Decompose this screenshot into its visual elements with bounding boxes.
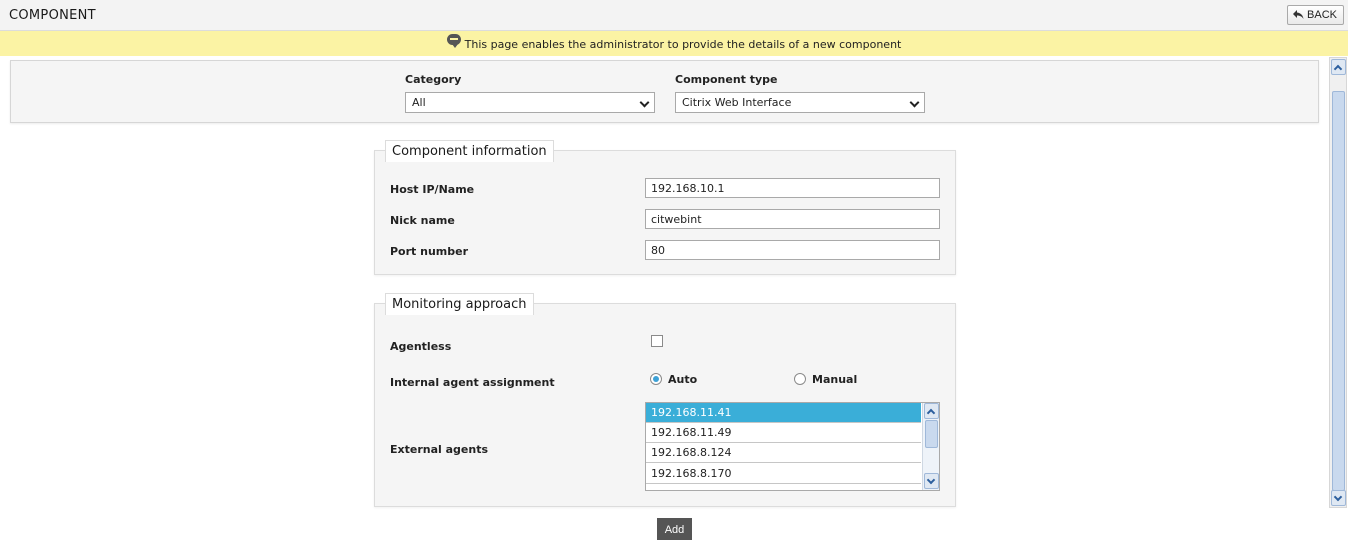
chevron-up-icon [1333,64,1343,74]
category-value: All [412,96,426,109]
scrollbar-thumb[interactable] [1332,91,1345,491]
info-banner: This page enables the administrator to p… [0,31,1348,56]
port-label: Port number [390,245,469,258]
component-type-select[interactable]: Citrix Web Interface [675,92,925,113]
agentless-checkbox[interactable] [651,335,663,347]
chevron-down-icon [639,97,650,108]
auto-label: Auto [668,373,698,386]
list-scroll-down-button[interactable] [924,473,939,489]
back-label: BACK [1307,9,1337,21]
component-information-section: Component information Host IP/Name Nick … [374,140,956,275]
filter-panel: Category All Component type Citrix Web I… [10,60,1319,123]
speech-bubble-icon [446,33,461,48]
auto-radio[interactable] [650,373,662,385]
scroll-down-button[interactable] [1331,490,1346,506]
page-header: COMPONENT BACK [0,0,1348,31]
port-input[interactable] [645,240,940,260]
chevron-down-icon [926,475,936,485]
component-type-value: Citrix Web Interface [682,96,792,109]
chevron-down-icon [1333,492,1343,502]
list-item[interactable]: 192.168.11.49 [646,423,921,443]
scroll-up-button[interactable] [1331,59,1346,75]
page-scrollbar[interactable] [1329,57,1347,508]
agentless-label: Agentless [390,340,452,353]
external-agents-label: External agents [390,443,489,456]
nick-name-label: Nick name [390,214,455,227]
manual-label: Manual [812,373,858,386]
list-item[interactable]: 192.168.11.41 [646,403,921,423]
info-message: This page enables the administrator to p… [464,38,902,51]
chevron-down-icon [909,97,920,108]
chevron-up-icon [926,408,936,418]
manual-radio[interactable] [794,373,806,385]
internal-agent-label: Internal agent assignment [390,376,555,389]
host-input[interactable] [645,178,940,198]
external-agents-listbox[interactable]: 192.168.11.41 192.168.11.49 192.168.8.12… [645,402,940,491]
back-arrow-icon [1293,10,1304,19]
component-type-label: Component type [675,73,778,86]
list-item[interactable]: 192.168.8.124 [646,443,921,463]
page-title: COMPONENT [9,8,96,23]
listbox-scrollbar[interactable] [922,403,939,490]
category-select[interactable]: All [405,92,655,113]
list-scroll-up-button[interactable] [924,403,939,419]
nick-name-input[interactable] [645,209,940,229]
category-label: Category [405,73,462,86]
section-legend: Monitoring approach [385,293,534,315]
host-label: Host IP/Name [390,183,475,196]
listbox-scroll-thumb[interactable] [925,420,938,448]
add-button[interactable]: Add [657,518,692,540]
section-legend: Component information [385,140,554,162]
list-item[interactable]: 192.168.8.170 [646,464,921,484]
monitoring-approach-section: Monitoring approach Agentless Internal a… [374,293,956,507]
back-button[interactable]: BACK [1287,5,1344,25]
